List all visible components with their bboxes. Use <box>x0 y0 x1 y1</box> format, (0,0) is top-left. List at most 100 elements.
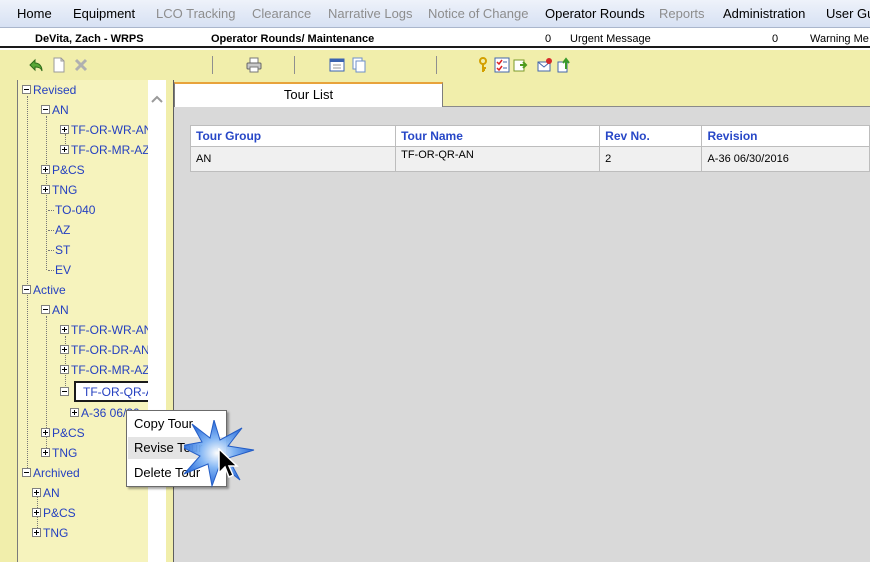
tree-node-selected-tour[interactable]: TF-OR-QR-AN <box>74 381 154 402</box>
window-icon[interactable] <box>329 57 345 73</box>
collapse-icon[interactable] <box>41 105 50 115</box>
nav-reports[interactable]: Reports <box>659 6 705 21</box>
left-frame-border <box>0 80 18 562</box>
mouse-cursor-icon <box>218 448 239 479</box>
tree-node-active-an-tour-3[interactable]: TF-OR-MR-AZ <box>60 362 150 378</box>
column-header-rev-no[interactable]: Rev No. <box>599 125 703 147</box>
urgent-count: 0 <box>545 33 552 45</box>
expand-icon[interactable] <box>41 428 50 438</box>
column-header-tour-name[interactable]: Tour Name <box>395 125 601 147</box>
tree-node-revised-st[interactable]: ST <box>55 242 70 258</box>
tree-node-active-an-tour-2[interactable]: TF-OR-DR-AN <box>60 342 150 358</box>
checklist-icon[interactable] <box>494 57 510 73</box>
tree-node-label: AN <box>52 103 69 117</box>
chevron-up-icon[interactable] <box>151 94 163 104</box>
upload-icon[interactable] <box>556 57 572 73</box>
tree-node-active-pcs[interactable]: P&CS <box>41 425 85 441</box>
tree-guide-line <box>48 270 54 271</box>
tree-node-revised-to040[interactable]: TO-040 <box>55 202 95 218</box>
copy-pages-icon[interactable] <box>351 57 367 73</box>
tree-node-active-tng[interactable]: TNG <box>41 445 77 461</box>
nav-lco-tracking[interactable]: LCO Tracking <box>156 6 235 21</box>
tree-node-revised-pcs[interactable]: P&CS <box>41 162 85 178</box>
key-icon[interactable] <box>475 57 491 73</box>
tree-node-label: AZ <box>55 223 71 237</box>
table-header-row: Tour Group Tour Name Rev No. Revision <box>189 125 870 147</box>
tree-node-revised-az[interactable]: AZ <box>55 222 70 238</box>
column-header-tour-group[interactable]: Tour Group <box>189 125 397 147</box>
cell-tour-name: TF-OR-QR-AN <box>395 146 601 172</box>
column-header-revision[interactable]: Revision <box>701 125 870 147</box>
expand-icon[interactable] <box>32 528 41 538</box>
tab-strip: Tour List <box>174 80 870 107</box>
collapse-icon[interactable] <box>22 85 31 95</box>
tree-node-label: Revised <box>33 83 77 97</box>
expand-icon[interactable] <box>60 365 69 375</box>
tree-node-label: Archived <box>33 466 80 480</box>
main-nav-bar: Home Equipment LCO Tracking Clearance Na… <box>0 0 870 28</box>
expand-icon[interactable] <box>60 325 69 335</box>
cell-rev-no: 2 <box>599 146 703 172</box>
tree-node-revised-an-tour-2[interactable]: TF-OR-MR-AZ <box>60 142 150 158</box>
expand-icon[interactable] <box>32 508 41 518</box>
collapse-icon[interactable] <box>60 387 69 397</box>
expand-icon[interactable] <box>41 185 50 195</box>
tree-node-revised-an-tour-1[interactable]: TF-OR-WR-AN <box>60 122 152 138</box>
tour-list-table: Tour Group Tour Name Rev No. Revision AN… <box>189 125 870 172</box>
current-user: DeVita, Zach - WRPS <box>35 33 144 45</box>
tree-node-active-an-tour-1[interactable]: TF-OR-WR-AN <box>60 322 152 338</box>
nav-narrative-logs[interactable]: Narrative Logs <box>328 6 413 21</box>
mail-icon[interactable] <box>537 57 553 73</box>
nav-home[interactable]: Home <box>17 6 52 21</box>
tree-node-archived[interactable]: Archived <box>22 465 80 481</box>
tree-node-archived-pcs[interactable]: P&CS <box>32 505 76 521</box>
tree-node-label: P&CS <box>52 163 85 177</box>
tree-node-archived-an[interactable]: AN <box>32 485 60 501</box>
warning-message-label[interactable]: Warning Me <box>810 33 869 45</box>
toolbar-separator <box>436 56 437 74</box>
panel-splitter[interactable] <box>166 80 173 562</box>
expand-icon[interactable] <box>60 125 69 135</box>
back-arrow-icon[interactable] <box>28 57 44 73</box>
collapse-icon[interactable] <box>41 305 50 315</box>
expand-icon[interactable] <box>60 145 69 155</box>
expand-icon[interactable] <box>32 488 41 498</box>
tree-scrollbar[interactable] <box>148 80 166 562</box>
toolbar-separator <box>212 56 213 74</box>
collapse-icon[interactable] <box>22 468 31 478</box>
tree-node-label: P&CS <box>43 506 76 520</box>
tree-node-revised-tng[interactable]: TNG <box>41 182 77 198</box>
tree-node-archived-tng[interactable]: TNG <box>32 525 68 541</box>
collapse-icon[interactable] <box>22 285 31 295</box>
tab-tour-list[interactable]: Tour List <box>174 82 443 107</box>
tree-node-active[interactable]: Active <box>22 282 66 298</box>
tree-node-revised-ev[interactable]: EV <box>55 262 71 278</box>
export-icon[interactable] <box>513 57 529 73</box>
nav-equipment[interactable]: Equipment <box>73 6 135 21</box>
nav-administration[interactable]: Administration <box>723 6 805 21</box>
tree-node-label: TF-OR-MR-AZ <box>71 143 150 157</box>
tree-node-label: TNG <box>43 526 69 540</box>
nav-user-guide[interactable]: User Gui <box>826 6 870 21</box>
tree-node-revised-an[interactable]: AN <box>41 102 69 118</box>
delete-icon[interactable] <box>73 57 89 73</box>
expand-icon[interactable] <box>70 408 79 418</box>
status-bar: DeVita, Zach - WRPS Operator Rounds/ Mai… <box>0 29 870 48</box>
tree-node-label: EV <box>55 263 72 277</box>
nav-notice-of-change[interactable]: Notice of Change <box>428 6 528 21</box>
tree-node-selected-expander[interactable] <box>60 384 71 400</box>
urgent-message-label[interactable]: Urgent Message <box>570 33 651 45</box>
expand-icon[interactable] <box>41 165 50 175</box>
tree-node-label: TF-OR-WR-AN <box>71 323 153 337</box>
new-document-icon[interactable] <box>51 57 67 73</box>
print-icon[interactable] <box>246 57 262 73</box>
table-row[interactable]: AN TF-OR-QR-AN 2 A-36 06/30/2016 <box>189 146 870 172</box>
expand-icon[interactable] <box>60 345 69 355</box>
tree-node-label: AN <box>43 486 60 500</box>
expand-icon[interactable] <box>41 448 50 458</box>
tree-node-active-an[interactable]: AN <box>41 302 69 318</box>
tree-node-label: P&CS <box>52 426 85 440</box>
tree-node-revised[interactable]: Revised <box>22 82 76 98</box>
nav-clearance[interactable]: Clearance <box>252 6 311 21</box>
nav-operator-rounds[interactable]: Operator Rounds <box>545 6 645 21</box>
